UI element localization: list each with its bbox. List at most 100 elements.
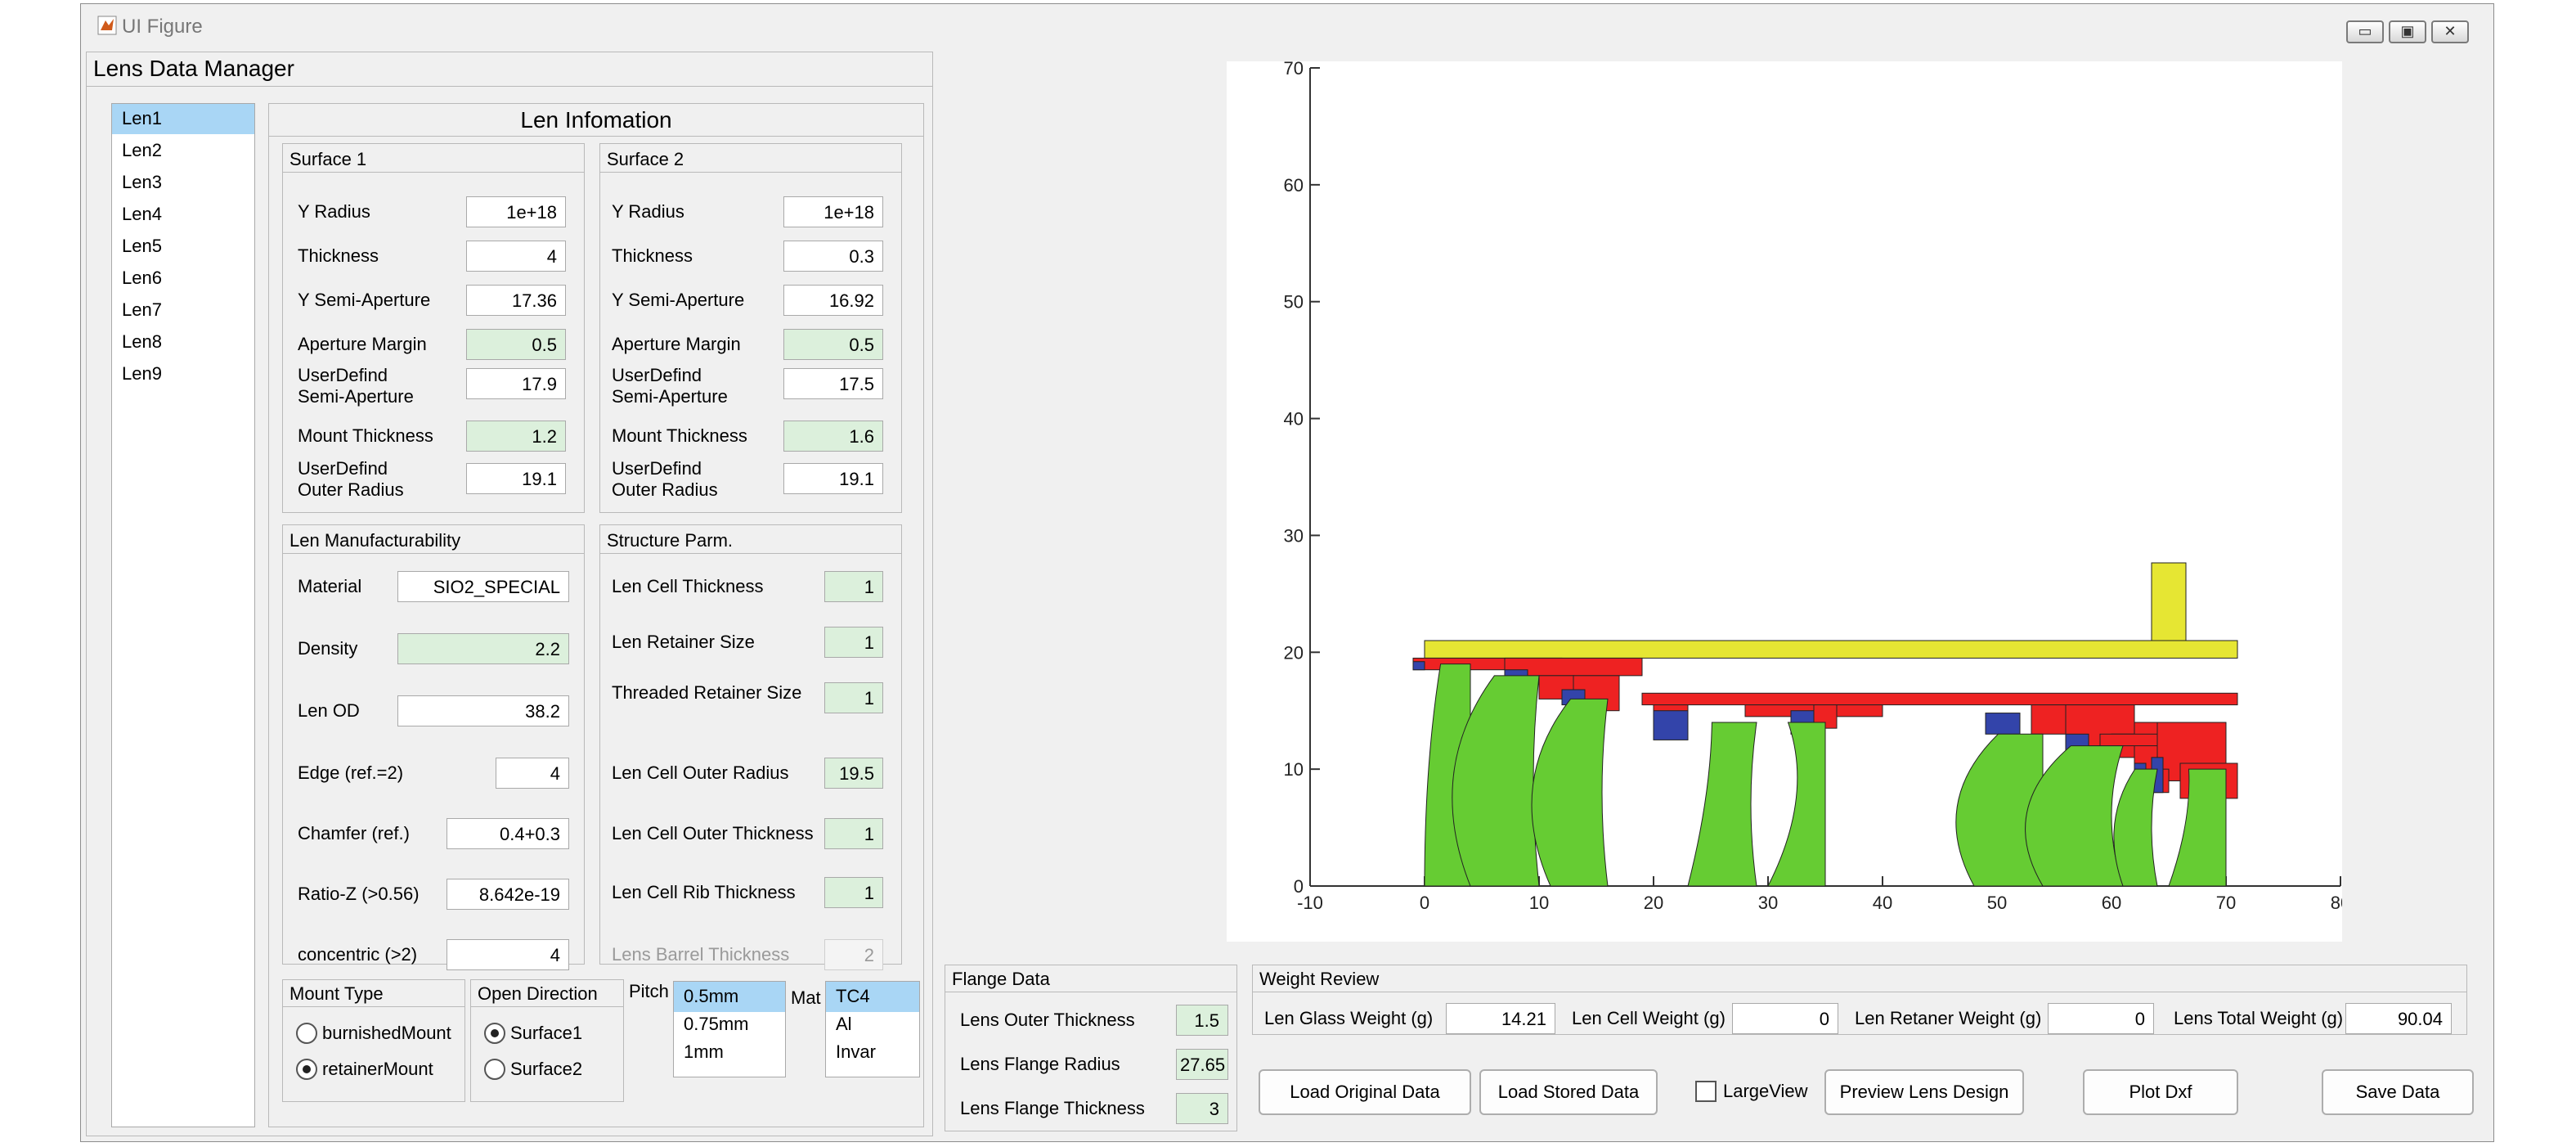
retainer-mount-radio[interactable] — [296, 1059, 317, 1080]
open-direction-group: Open Direction Surface1 Surface2 — [470, 979, 624, 1102]
glass-weight-input[interactable]: 14.21 — [1446, 1003, 1555, 1034]
group-title: Open Direction — [478, 983, 598, 1004]
label: Thickness — [612, 245, 693, 266]
label: UserDefind — [612, 365, 702, 385]
ratio-z-input[interactable]: 8.642e-19 — [447, 879, 569, 910]
list-item[interactable]: Len8 — [112, 327, 254, 358]
list-item[interactable]: 0.75mm — [674, 1010, 785, 1040]
cell-thickness-input[interactable]: 1 — [824, 571, 883, 602]
lens-cell — [2031, 704, 2067, 735]
y-radius-input[interactable]: 1e+18 — [466, 196, 566, 227]
threaded-retainer-input[interactable]: 1 — [824, 682, 883, 713]
load-original-data-button[interactable]: Load Original Data — [1259, 1069, 1471, 1115]
material-input[interactable]: SIO2_SPECIAL — [397, 571, 569, 602]
list-item[interactable]: TC4 — [826, 982, 919, 1012]
pitch-list[interactable]: 0.5mm 0.75mm 1mm — [673, 981, 786, 1077]
label: Lens Outer Thickness — [960, 1010, 1135, 1030]
lens-plot[interactable]: -1001020304050607080010203040506070 — [1227, 58, 2351, 942]
mount-thickness-input[interactable]: 1.6 — [783, 421, 883, 452]
list-item[interactable]: Len6 — [112, 263, 254, 294]
retainer-weight-input[interactable]: 0 — [2048, 1003, 2154, 1034]
cell-weight-input[interactable]: 0 — [1732, 1003, 1838, 1034]
group-title: Weight Review — [1259, 969, 1380, 989]
retainer — [1653, 710, 1689, 740]
lens-cell — [2099, 733, 2158, 747]
lens-flange-radius-input[interactable]: 27.65 — [1176, 1049, 1228, 1080]
save-data-button[interactable]: Save Data — [2322, 1069, 2474, 1115]
total-weight-input[interactable]: 90.04 — [2345, 1003, 2452, 1034]
lens-outer-thickness-input[interactable]: 1.5 — [1176, 1005, 1228, 1036]
list-item[interactable]: 0.5mm — [674, 982, 785, 1012]
burnished-mount-radio[interactable] — [296, 1023, 317, 1044]
x-tick-label: 10 — [1529, 893, 1549, 913]
pitch-label: Pitch — [629, 981, 669, 1001]
title-bar: UI Figure ▭ ▣ ✕ — [81, 4, 2493, 45]
y-tick-label: 60 — [1284, 175, 1304, 196]
list-item[interactable]: Len2 — [112, 136, 254, 166]
label: Surface1 — [510, 1023, 583, 1043]
large-view-checkbox[interactable] — [1695, 1081, 1717, 1102]
list-item[interactable]: Len7 — [112, 295, 254, 326]
edge-input[interactable]: 4 — [496, 758, 569, 789]
mat-list[interactable]: TC4 Al Invar — [825, 981, 920, 1077]
list-item[interactable]: Len9 — [112, 359, 254, 389]
list-item[interactable]: 1mm — [674, 1037, 785, 1068]
lens-list[interactable]: Len1 Len2 Len3 Len4 Len5 Len6 Len7 Len8 … — [111, 103, 255, 1127]
y-tick-label: 0 — [1294, 876, 1304, 897]
list-item[interactable]: Al — [826, 1010, 919, 1040]
semi-aperture-input[interactable]: 16.92 — [783, 285, 883, 316]
thickness-input[interactable]: 0.3 — [783, 241, 883, 272]
y-tick-label: 30 — [1284, 525, 1304, 546]
label: Y Radius — [612, 201, 684, 222]
lens-glass — [1687, 722, 1757, 887]
plot-dxf-button[interactable]: Plot Dxf — [2083, 1069, 2238, 1115]
y-tick-label: 70 — [1284, 61, 1304, 79]
semi-aperture-input[interactable]: 17.36 — [466, 285, 566, 316]
userdefined-outer-radius-input[interactable]: 19.1 — [783, 463, 883, 494]
load-stored-data-button[interactable]: Load Stored Data — [1479, 1069, 1658, 1115]
lens-glass — [1767, 722, 1826, 887]
list-item[interactable]: Len5 — [112, 232, 254, 262]
lens-glass — [2113, 768, 2158, 887]
userdefined-outer-radius-input[interactable]: 19.1 — [466, 463, 566, 494]
concentric-input[interactable]: 4 — [447, 939, 569, 970]
label: Ratio-Z (>0.56) — [298, 884, 420, 904]
app-window: UI Figure ▭ ▣ ✕ Lens Data Manager Len1 L… — [80, 3, 2494, 1142]
cell-outer-radius-input[interactable]: 19.5 — [824, 758, 883, 789]
chamfer-input[interactable]: 0.4+0.3 — [447, 818, 569, 849]
cell-outer-thickness-input[interactable]: 1 — [824, 818, 883, 849]
group-title: Len Manufacturability — [289, 530, 461, 551]
y-radius-input[interactable]: 1e+18 — [783, 196, 883, 227]
surface1-radio[interactable] — [484, 1023, 505, 1044]
lens-flange-thickness-input[interactable]: 3 — [1176, 1093, 1228, 1124]
label: Edge (ref.=2) — [298, 762, 404, 783]
list-item[interactable]: Len4 — [112, 200, 254, 230]
close-button[interactable]: ✕ — [2431, 20, 2469, 43]
manager-title: Lens Data Manager — [87, 52, 932, 87]
userdefined-semi-aperture-input[interactable]: 17.9 — [466, 368, 566, 399]
aperture-margin-input[interactable]: 0.5 — [783, 329, 883, 360]
thickness-input[interactable]: 4 — [466, 241, 566, 272]
lens-glass — [1531, 698, 1609, 887]
len-od-input[interactable]: 38.2 — [397, 695, 569, 726]
userdefined-semi-aperture-input[interactable]: 17.5 — [783, 368, 883, 399]
surface2-radio[interactable] — [484, 1059, 505, 1080]
list-item[interactable]: Len3 — [112, 168, 254, 198]
lens-plot-svg: -1001020304050607080010203040506070 — [1284, 58, 2351, 913]
label: Outer Radius — [298, 479, 404, 500]
minimize-button[interactable]: ▭ — [2346, 20, 2384, 43]
label: Chamfer (ref.) — [298, 823, 410, 843]
preview-lens-design-button[interactable]: Preview Lens Design — [1824, 1069, 2024, 1115]
mount-thickness-input[interactable]: 1.2 — [466, 421, 566, 452]
list-item[interactable]: Invar — [826, 1037, 919, 1068]
label: Outer Radius — [612, 479, 718, 500]
x-tick-label: 20 — [1644, 893, 1663, 913]
mount-type-group: Mount Type burnishedMount retainerMount — [282, 979, 465, 1102]
density-input[interactable]: 2.2 — [397, 633, 569, 664]
aperture-margin-input[interactable]: 0.5 — [466, 329, 566, 360]
maximize-button[interactable]: ▣ — [2389, 20, 2426, 43]
retainer-size-input[interactable]: 1 — [824, 627, 883, 658]
lens-cell — [1641, 692, 2238, 706]
list-item[interactable]: Len1 — [112, 104, 254, 134]
rib-thickness-input[interactable]: 1 — [824, 877, 883, 908]
